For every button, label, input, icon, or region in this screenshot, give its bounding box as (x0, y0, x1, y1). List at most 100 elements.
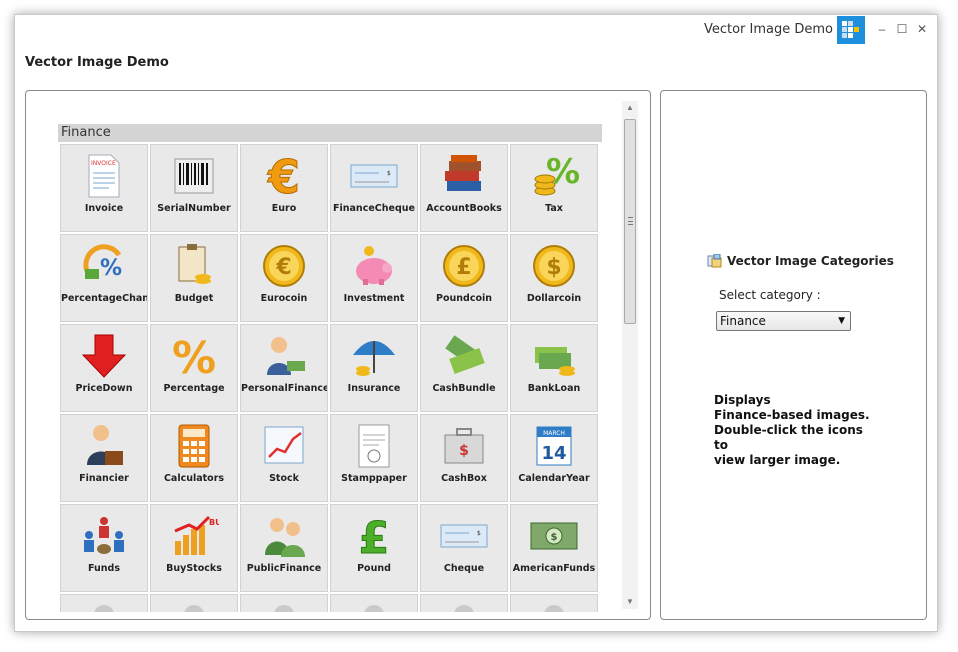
title-bar[interactable]: Vector Image Demo – ☐ ✕ (15, 15, 937, 45)
scroll-thumb[interactable] (624, 119, 636, 324)
partial-icon (439, 601, 489, 612)
scroll-up-arrow-icon[interactable]: ▲ (622, 101, 638, 115)
image-tile[interactable] (420, 594, 508, 612)
image-tile[interactable]: % Percentage (150, 324, 238, 412)
public-finance-icon (259, 511, 309, 561)
tile-label: Stamppaper (341, 473, 407, 484)
dropdown-arrow-icon[interactable]: ▼ (838, 312, 845, 330)
image-tile[interactable]: INVOICE Invoice (60, 144, 148, 232)
image-tile[interactable] (240, 594, 328, 612)
percentage-icon: % (169, 331, 219, 384)
vertical-scrollbar[interactable]: ▲ ▼ (622, 101, 638, 609)
select-category-label: Select category : (719, 288, 821, 302)
image-tile[interactable]: Stock (240, 414, 328, 502)
tile-label: Financier (79, 473, 129, 484)
app-logo-icon[interactable] (837, 16, 865, 44)
image-gallery-panel: Finance INVOICE Invoice SerialNumber € Euro $… (25, 90, 651, 620)
image-tile[interactable] (510, 594, 598, 612)
partial-icon (349, 601, 399, 612)
svg-text:INVOICE: INVOICE (91, 160, 116, 167)
image-tile[interactable]: BankLoan (510, 324, 598, 412)
image-tile[interactable]: BUY BuyStocks (150, 504, 238, 592)
image-tile[interactable]: Insurance (330, 324, 418, 412)
tile-label: Dollarcoin (526, 293, 582, 304)
image-tile[interactable] (150, 594, 238, 612)
image-tile[interactable]: Investment (330, 234, 418, 322)
image-tile[interactable] (60, 594, 148, 612)
window-title: Vector Image Demo (703, 22, 833, 37)
svg-text:£: £ (456, 255, 471, 280)
svg-text:€: € (275, 255, 291, 280)
tile-label: PriceDown (75, 383, 133, 394)
financier-icon (79, 421, 129, 471)
image-tile[interactable]: $ AmericanFunds (510, 504, 598, 592)
invoice-icon: INVOICE (79, 151, 129, 201)
image-tile[interactable]: $ FinanceCheque (330, 144, 418, 232)
personal-finance-icon (259, 331, 309, 381)
image-tile[interactable]: $ Cheque (420, 504, 508, 592)
categories-heading: Vector Image Categories (707, 254, 894, 268)
tile-label: Stock (269, 473, 299, 484)
image-tile[interactable]: Calculators (150, 414, 238, 502)
books-icon (439, 151, 489, 201)
dollarcoin-icon: $ (529, 241, 579, 291)
categories-icon (707, 254, 722, 268)
image-tile[interactable]: $ CashBox (420, 414, 508, 502)
svg-text:€: € (267, 151, 300, 201)
image-tile[interactable]: € Euro (240, 144, 328, 232)
svg-text:14: 14 (541, 443, 566, 464)
tile-label: AccountBooks (426, 203, 502, 214)
image-tile[interactable]: Funds (60, 504, 148, 592)
image-tile[interactable]: Financier (60, 414, 148, 502)
image-tile[interactable]: Stamppaper (330, 414, 418, 502)
tile-label: BankLoan (527, 383, 581, 394)
scroll-down-arrow-icon[interactable]: ▼ (622, 595, 638, 609)
banknote-icon: $ (529, 511, 579, 561)
page-title: Vector Image Demo (25, 55, 169, 70)
image-tile[interactable]: SerialNumber (150, 144, 238, 232)
tile-label: Invoice (84, 203, 124, 214)
image-tile[interactable]: % PercentageChange1 (60, 234, 148, 322)
description-line: Finance-based images. (714, 408, 870, 422)
image-grid: INVOICE Invoice SerialNumber € Euro $ FinanceC… (58, 142, 602, 612)
partial-icon (259, 601, 309, 612)
tile-label: Pound (357, 563, 391, 574)
svg-text:£: £ (359, 513, 390, 561)
piggybank-icon (349, 241, 399, 291)
image-tile[interactable]: € Eurocoin (240, 234, 328, 322)
image-tile[interactable]: £ Poundcoin (420, 234, 508, 322)
svg-text:MARCH: MARCH (543, 430, 565, 437)
tile-label: SerialNumber (157, 203, 231, 214)
bank-loan-icon (529, 331, 579, 381)
image-tile[interactable]: % Tax (510, 144, 598, 232)
image-tile[interactable]: AccountBooks (420, 144, 508, 232)
image-tile[interactable]: $ Dollarcoin (510, 234, 598, 322)
maximize-button[interactable]: ☐ (895, 22, 909, 36)
tile-label: BuyStocks (166, 563, 222, 574)
description-line: view larger image. (714, 453, 841, 467)
svg-text:$: $ (387, 170, 391, 177)
svg-text:%: % (546, 152, 579, 192)
image-tile[interactable]: PriceDown (60, 324, 148, 412)
svg-text:$: $ (459, 443, 469, 459)
umbrella-icon (349, 331, 399, 381)
tile-label: Funds (88, 563, 120, 574)
close-button[interactable]: ✕ (915, 22, 929, 36)
category-select[interactable]: Finance ▼ (716, 311, 851, 331)
calculator-icon (169, 421, 219, 471)
poundcoin-icon: £ (439, 241, 489, 291)
image-tile[interactable]: CashBundle (420, 324, 508, 412)
image-tile[interactable]: £ Pound (330, 504, 418, 592)
percentage-change-icon: % (79, 241, 129, 291)
image-tile[interactable] (330, 594, 418, 612)
image-tile[interactable]: PublicFinance (240, 504, 328, 592)
cheque-icon: $ (349, 151, 399, 201)
tile-label: Euro (271, 203, 297, 214)
image-tile[interactable]: Budget (150, 234, 238, 322)
image-tile[interactable]: PersonalFinance (240, 324, 328, 412)
minimize-button[interactable]: – (875, 22, 889, 36)
image-tile[interactable]: MARCH 14 CalendarYear (510, 414, 598, 502)
budget-icon (169, 241, 219, 291)
category-header: Finance (58, 124, 602, 142)
tile-label: Eurocoin (260, 293, 308, 304)
